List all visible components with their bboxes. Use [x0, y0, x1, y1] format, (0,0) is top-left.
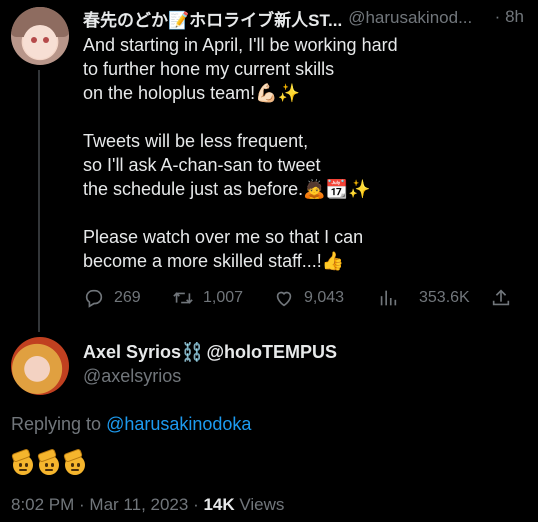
- tweet1-line: [83, 201, 503, 225]
- tweet2-header: Axel Syrios⛓️ @holoTEMPUS: [83, 342, 337, 363]
- reply-button[interactable]: 269: [83, 286, 141, 310]
- reply-icon: [85, 289, 103, 308]
- tweet1-line: on the holoplus team!💪🏻✨: [83, 83, 300, 103]
- tweet2-handle[interactable]: @axelsyrios: [83, 366, 181, 387]
- tweet1-line: become a more skilled staff...!👍: [83, 251, 345, 271]
- saluting-face-icon: [11, 448, 35, 475]
- saluting-face-icon: [37, 448, 61, 475]
- tweet2-time[interactable]: 8:02 PM: [11, 495, 74, 514]
- tweet2-views-label: Views: [234, 495, 285, 514]
- tweet2-date[interactable]: Mar 11, 2023: [89, 495, 188, 514]
- tweet1-text: And starting in April, I'll be working h…: [83, 33, 503, 273]
- views-button[interactable]: 353.6K: [377, 286, 470, 310]
- meta-separator: ·: [74, 495, 90, 514]
- avatar-harusakinodoka[interactable]: [11, 7, 69, 65]
- retweet-count: 1,007: [203, 289, 244, 306]
- tweet1-line: [83, 105, 503, 129]
- like-count: 9,043: [304, 289, 345, 306]
- like-icon: [276, 291, 292, 307]
- replying-prefix: Replying to: [11, 414, 107, 434]
- tweet1-handle[interactable]: @harusakinod...: [348, 8, 472, 28]
- saluting-face-icon: [63, 448, 87, 475]
- tweet2-display-name[interactable]: Axel Syrios⛓️: [83, 342, 203, 363]
- tweet1-line: to further hone my current skills: [83, 59, 335, 79]
- tweet1-line: so I'll ask A-chan-san to tweet: [83, 155, 321, 175]
- replying-to-mention-link[interactable]: @harusakinodoka: [106, 414, 251, 434]
- retweet-button[interactable]: 1,007: [172, 286, 243, 310]
- reply-count: 269: [114, 289, 141, 306]
- tweet1-line: And starting in April, I'll be working h…: [83, 35, 398, 55]
- tweet2-text: 🫡🫡🫡: [11, 448, 87, 475]
- tweet1-display-name[interactable]: 春先のどか📝ホロライブ新人ST...: [83, 6, 342, 31]
- meta-separator: ·: [188, 495, 204, 514]
- tweet1-actions: 269 1,007 9,043 353.6K: [83, 286, 523, 310]
- avatar-eye-left: [31, 37, 37, 43]
- avatar-axelsyrios[interactable]: [11, 337, 69, 395]
- tweet1-line: the schedule just as before.🙇📆✨: [83, 179, 371, 199]
- tweet1-timestamp[interactable]: · 8h: [495, 7, 524, 27]
- tweet2-meta: 8:02 PM · Mar 11, 2023 · 14K Views: [11, 495, 284, 515]
- tweet1-line: Tweets will be less frequent,: [83, 131, 309, 151]
- views-count: 353.6K: [419, 289, 470, 306]
- views-icon: [380, 290, 397, 306]
- tweet1-time[interactable]: 8h: [505, 7, 524, 26]
- tweet1-header: 春先のどか📝ホロライブ新人ST... @harusakinod...: [83, 6, 472, 31]
- tweet1-time-separator: ·: [494, 7, 501, 26]
- tweet1-line: Please watch over me so that I can: [83, 227, 364, 247]
- tweet2-views-count[interactable]: 14K: [203, 495, 234, 514]
- replying-to: Replying to @harusakinodoka: [11, 414, 251, 435]
- avatar-face: [23, 25, 57, 59]
- retweet-icon: [173, 292, 193, 304]
- like-button[interactable]: 9,043: [273, 286, 344, 310]
- avatar-eye-right: [43, 37, 49, 43]
- share-icon: [492, 289, 510, 306]
- tweet2-inline-handle[interactable]: @holoTEMPUS: [206, 342, 337, 363]
- thread-line: [38, 70, 40, 332]
- share-button[interactable]: [490, 286, 512, 310]
